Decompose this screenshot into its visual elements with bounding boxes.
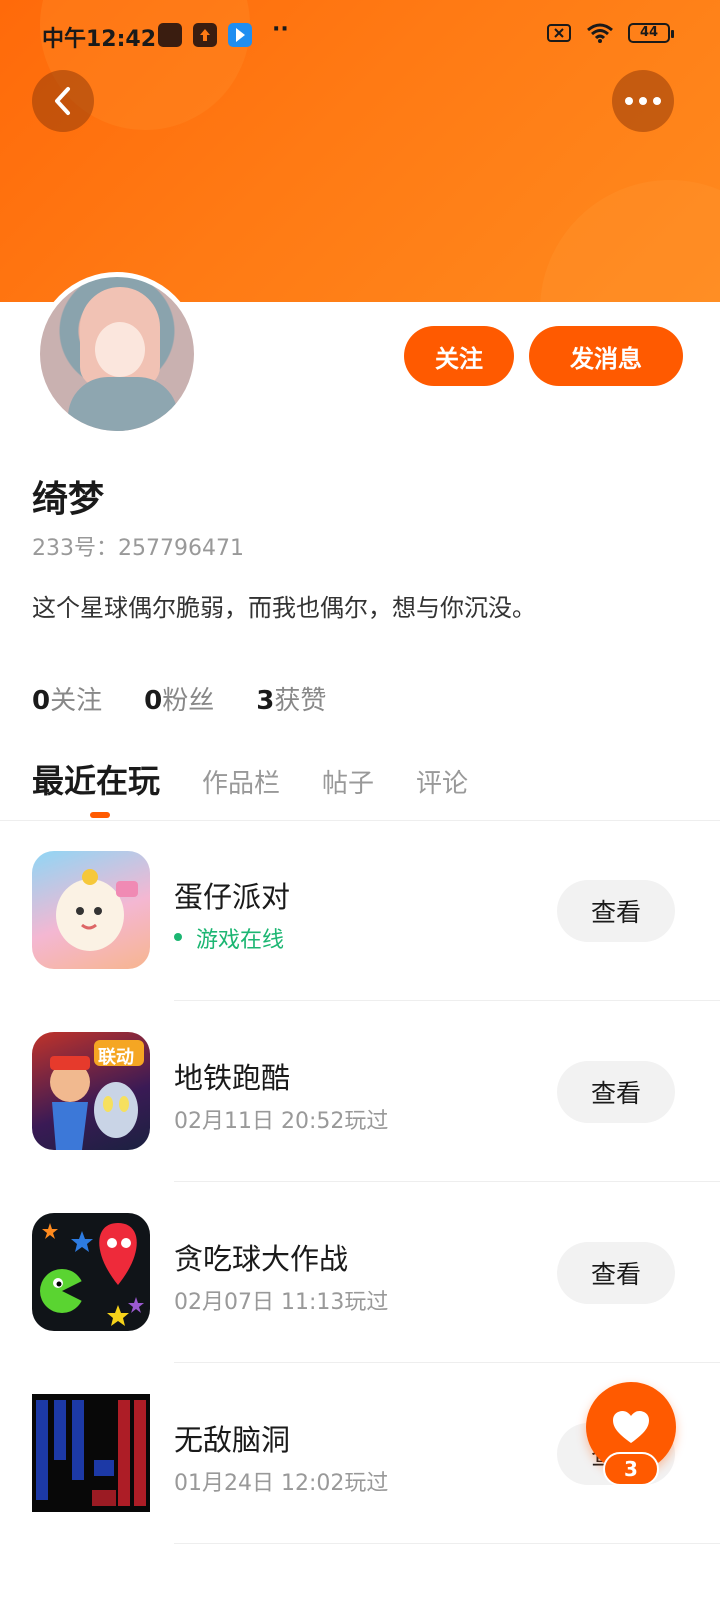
follow-button[interactable]: 关注	[404, 326, 514, 386]
list-item[interactable]: 联动 地铁跑酷 02月11日 20:52玩过 查看	[0, 1001, 720, 1182]
subway-surfers-icon: 联动	[32, 1032, 150, 1150]
game-title: 无敌脑洞	[174, 1423, 291, 1457]
last-played-time: 02月11日 20:52玩过	[174, 1109, 389, 1134]
wifi-icon	[587, 23, 613, 43]
last-played-time: 01月24日 12:02玩过	[174, 1471, 389, 1496]
game-status-text: 游戏在线	[196, 928, 285, 953]
profile-uid: 233号：257796471	[32, 536, 244, 561]
view-button[interactable]: 查看	[557, 1061, 675, 1123]
banner-decoration	[540, 180, 720, 302]
avatar[interactable]	[35, 272, 199, 436]
stat-following[interactable]: 0关注	[32, 680, 102, 717]
stat-likes[interactable]: 3获赞	[256, 680, 326, 717]
like-count-badge: 3	[603, 1452, 659, 1486]
back-button[interactable]	[32, 70, 94, 132]
game-status-online: 游戏在线	[174, 922, 284, 954]
row-divider	[174, 1543, 720, 1544]
game-title: 蛋仔派对	[174, 880, 291, 914]
no-sim-icon	[547, 24, 571, 42]
list-item[interactable]: 蛋仔派对 游戏在线 查看	[0, 820, 720, 1001]
online-dot-icon	[174, 933, 182, 941]
agar-battle-icon	[32, 1213, 150, 1331]
stat-fans[interactable]: 0粉丝	[144, 680, 214, 717]
tab-recently-played[interactable]: 最近在玩	[32, 756, 160, 802]
heart-icon	[613, 1411, 649, 1443]
app-notification-icon	[158, 23, 182, 47]
tab-works[interactable]: 作品栏	[202, 763, 280, 800]
avatar-body	[68, 377, 178, 431]
bookmark-notification-icon	[228, 23, 252, 47]
list-item[interactable]: 贪吃球大作战 02月07日 11:13玩过 查看	[0, 1182, 720, 1363]
game-title: 地铁跑酷	[174, 1061, 291, 1095]
send-message-button[interactable]: 发消息	[529, 326, 683, 386]
status-bar: 中午12:42 ·· 44	[0, 12, 720, 58]
last-played-time: 02月07日 11:13玩过	[174, 1290, 389, 1315]
view-button[interactable]: 查看	[557, 1242, 675, 1304]
tab-posts[interactable]: 帖子	[322, 763, 374, 800]
more-options-button[interactable]	[612, 70, 674, 132]
chevron-left-icon	[55, 87, 70, 115]
more-dots-icon	[625, 97, 661, 105]
egg-party-icon	[32, 851, 150, 969]
view-button[interactable]: 查看	[557, 880, 675, 942]
profile-name: 绮梦	[32, 479, 105, 520]
profile-banner: 中午12:42 ·· 44	[0, 0, 720, 302]
tab-comments[interactable]: 评论	[416, 763, 468, 800]
brain-hole-icon	[32, 1394, 150, 1512]
profile-tabs: 最近在玩 作品栏 帖子 评论	[32, 756, 510, 802]
collab-badge: 联动	[98, 1047, 134, 1068]
upload-notification-icon	[193, 23, 217, 47]
game-title: 贪吃球大作战	[174, 1242, 349, 1276]
profile-bio: 这个星球偶尔脆弱，而我也偶尔，想与你沉没。	[32, 594, 536, 622]
profile-stats: 0关注 0粉丝 3获赞	[32, 680, 326, 717]
more-notifications-icon: ··	[272, 17, 289, 42]
avatar-face	[95, 322, 145, 377]
status-time: 中午12:42	[42, 27, 157, 52]
battery-icon: 44	[628, 23, 674, 43]
active-tab-indicator	[90, 812, 110, 818]
